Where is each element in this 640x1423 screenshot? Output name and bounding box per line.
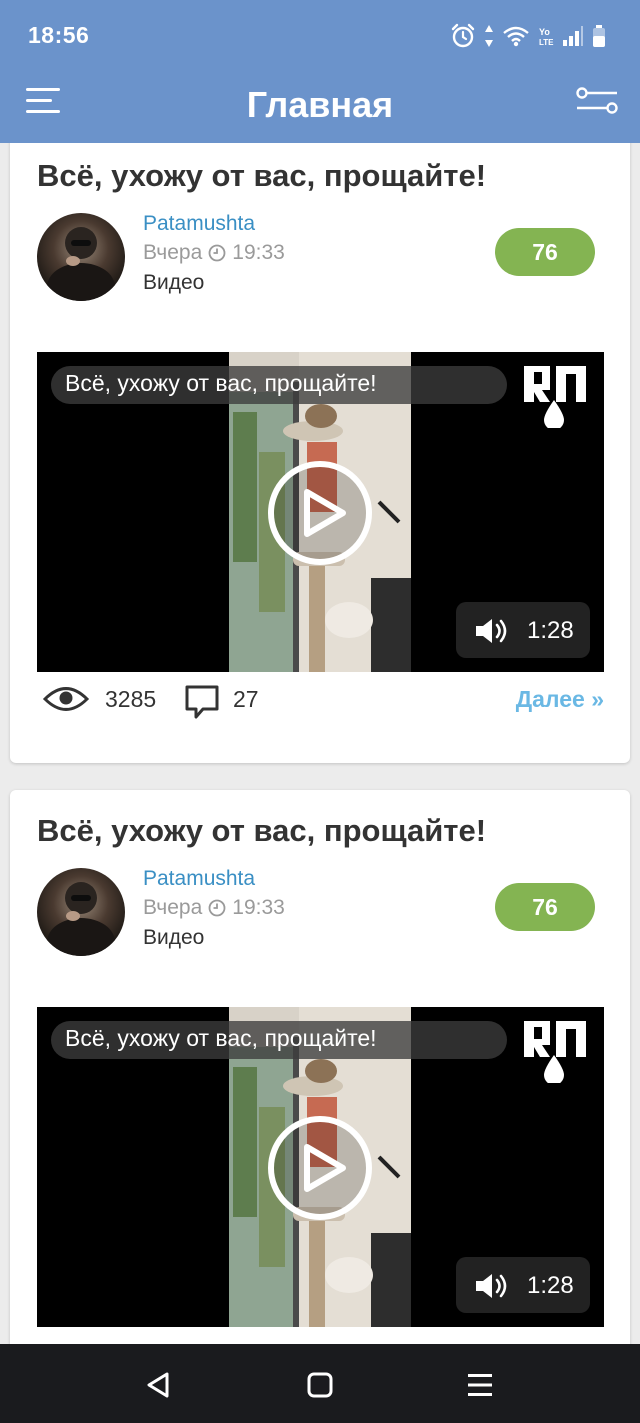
app-bar: Главная [0, 70, 640, 143]
author-link[interactable]: Patamushta [143, 212, 255, 236]
volte-icon: Yo LTE [539, 27, 554, 47]
video-title: Всё, ухожу от вас, прощайте! [65, 1025, 377, 1051]
feed[interactable]: Всё, ухожу от вас, прощайте! Patamushta … [0, 143, 640, 1344]
post-card: Всё, ухожу от вас, прощайте! Patamushta … [10, 143, 630, 763]
post-meta: Вчера 19:33 [143, 241, 285, 265]
battery-icon [593, 25, 605, 47]
home-icon[interactable] [307, 1372, 333, 1398]
system-nav-bar [0, 1344, 640, 1423]
filter-icon[interactable] [576, 86, 618, 116]
post-date: Вчера [143, 896, 203, 919]
eye-icon [43, 687, 89, 711]
video-title: Всё, ухожу от вас, прощайте! [65, 370, 377, 396]
post-type: Видео [143, 926, 205, 949]
status-icons: Yo LTE [450, 22, 606, 50]
post-title[interactable]: Всё, ухожу от вас, прощайте! [37, 158, 486, 194]
video-player[interactable]: Всё, ухожу от вас, прощайте! 1:28 [37, 1007, 604, 1327]
clock-icon [208, 899, 226, 917]
avatar[interactable] [37, 213, 125, 301]
back-icon[interactable] [145, 1371, 171, 1399]
volume-icon[interactable] [474, 617, 510, 645]
rating-badge[interactable]: 76 [495, 883, 595, 931]
author-link[interactable]: Patamushta [143, 867, 255, 891]
play-icon[interactable] [267, 1115, 373, 1221]
rating-badge[interactable]: 76 [495, 228, 595, 276]
clock-icon [208, 244, 226, 262]
alarm-icon [451, 23, 475, 48]
svg-text:LTE: LTE [539, 38, 554, 47]
status-bar: 18:56 Yo LTE [0, 0, 640, 70]
signal-icon [563, 26, 583, 46]
video-duration: 1:28 [527, 1272, 574, 1299]
volume-duration-box[interactable]: 1:28 [456, 602, 590, 658]
svg-text:Yo: Yo [539, 27, 550, 37]
post-time: 19:33 [232, 241, 285, 264]
post-meta: Вчера 19:33 [143, 896, 285, 920]
video-duration: 1:28 [527, 617, 574, 644]
volume-duration-box[interactable]: 1:28 [456, 1257, 590, 1313]
volume-icon[interactable] [474, 1272, 510, 1300]
avatar[interactable] [37, 868, 125, 956]
page-title: Главная [246, 84, 394, 125]
status-time: 18:56 [28, 22, 90, 48]
play-icon[interactable] [267, 460, 373, 566]
post-date: Вчера [143, 241, 203, 264]
views-count: 3285 [105, 686, 157, 712]
data-arrows-icon [485, 25, 493, 47]
post-time: 19:33 [232, 896, 285, 919]
yap-logo-icon [524, 366, 586, 428]
video-player[interactable]: Всё, ухожу от вас, прощайте! 1:28 [37, 352, 604, 672]
post-type: Видео [143, 271, 205, 294]
more-link[interactable]: Далее » [516, 686, 604, 713]
recents-icon[interactable] [467, 1373, 493, 1397]
post-title[interactable]: Всё, ухожу от вас, прощайте! [37, 813, 486, 849]
post-stats: 3285 27 Далее » [37, 680, 604, 720]
yap-logo-icon [524, 1021, 586, 1083]
comments-count[interactable]: 27 [233, 686, 259, 713]
post-card: Всё, ухожу от вас, прощайте! Patamushta … [10, 790, 630, 1344]
comment-icon[interactable] [184, 684, 220, 720]
wifi-icon [503, 26, 529, 47]
